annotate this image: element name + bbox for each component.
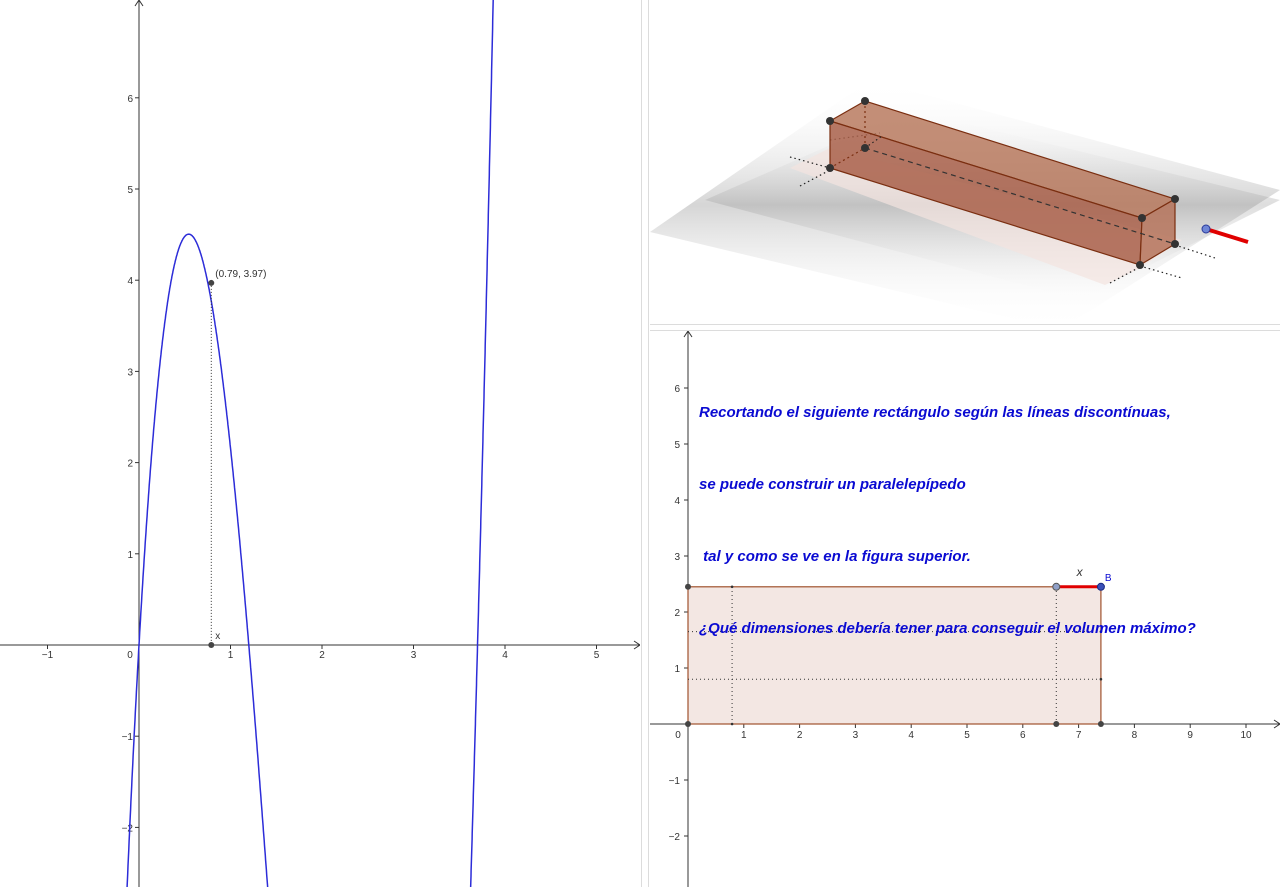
x-tick-label: 1 — [741, 730, 747, 741]
y-tick-label: −1 — [122, 732, 134, 743]
x-tick-label: 0 — [675, 730, 681, 741]
x-tick-label: 3 — [853, 730, 859, 741]
y-tick-label: −2 — [122, 823, 134, 834]
x-tick-label: 0 — [127, 650, 133, 661]
vertical-splitter[interactable] — [641, 0, 649, 887]
x-tick-label: 5 — [594, 650, 600, 661]
net-vertex[interactable] — [685, 583, 691, 590]
fold-mark — [730, 722, 734, 726]
x-tick-label: 4 — [908, 730, 914, 741]
graphics-view-1[interactable]: −1 0 1 2 3 4 5 −2 −1 1 2 3 4 5 6 (0.79, 3.97) x — [0, 0, 640, 887]
problem-line: tal y como se ve en la figura superior. — [699, 548, 971, 565]
x-tick-label: 4 — [502, 650, 508, 661]
y-tick-label: 2 — [127, 459, 133, 470]
x-tick-label: 6 — [1020, 730, 1026, 741]
box-3d-render[interactable] — [650, 0, 1280, 323]
x-tick-label: 3 — [411, 650, 417, 661]
y-tick-label: 1 — [127, 550, 133, 561]
problem-statement: Recortando el siguiente rectángulo según… — [699, 353, 1269, 689]
curve-point[interactable] — [208, 279, 215, 286]
y-tick-label: 5 — [127, 185, 133, 196]
volume-curve[interactable] — [126, 0, 494, 887]
y-tick-label: 6 — [127, 94, 133, 105]
problem-line: Recortando el siguiente rectángulo según… — [699, 404, 1171, 421]
y-tick-label: 1 — [674, 664, 680, 675]
problem-line: se puede construir un paralelepípedo — [699, 476, 966, 493]
axes: −1 0 1 2 3 4 5 −2 −1 1 2 3 4 5 6 — [0, 0, 640, 887]
slider-point-3d[interactable] — [1201, 224, 1211, 234]
y-tick-label: 2 — [674, 608, 680, 619]
x-axis-point[interactable] — [208, 642, 215, 648]
net-vertex[interactable] — [1097, 721, 1104, 727]
horizontal-splitter[interactable] — [650, 324, 1280, 331]
y-tick-label: 5 — [674, 440, 680, 451]
y-tick-label: 3 — [127, 367, 133, 378]
y-tick-label: 3 — [674, 552, 680, 563]
y-tick-label: 6 — [674, 384, 680, 395]
x-tick-label: 5 — [964, 730, 970, 741]
net-vertex[interactable] — [685, 721, 691, 727]
y-tick-label: −2 — [669, 832, 681, 843]
y-tick-label: 4 — [674, 496, 680, 507]
graphics-3d-view[interactable] — [650, 0, 1280, 323]
point-coordinates-label: (0.79, 3.97) — [215, 269, 266, 280]
x-tick-label: 2 — [797, 730, 803, 741]
x-tick-label: 8 — [1132, 730, 1138, 741]
y-tick-label: −1 — [669, 776, 681, 787]
x-tick-label: 9 — [1187, 730, 1193, 741]
slider-segment-3d[interactable] — [1205, 227, 1249, 244]
x-tick-label: 1 — [228, 650, 234, 661]
x-tick-label: 7 — [1076, 730, 1082, 741]
problem-line: ¿Qué dimensiones debería tener para cons… — [699, 620, 1196, 637]
y-tick-label: 4 — [127, 276, 133, 287]
x-tick-label: 2 — [319, 650, 325, 661]
graphics-view-2[interactable]: 0 1 2 3 4 5 6 7 8 9 10 −2 −1 1 2 3 4 5 6 xB Recortando el … — [650, 331, 1280, 887]
net-vertex[interactable] — [1053, 721, 1060, 727]
function-plot[interactable]: −1 0 1 2 3 4 5 −2 −1 1 2 3 4 5 6 (0.79, 3.97) x — [0, 0, 640, 887]
x-tick-label: −1 — [42, 650, 54, 661]
x-marker-label: x — [215, 631, 220, 642]
x-tick-label: 10 — [1240, 730, 1252, 741]
